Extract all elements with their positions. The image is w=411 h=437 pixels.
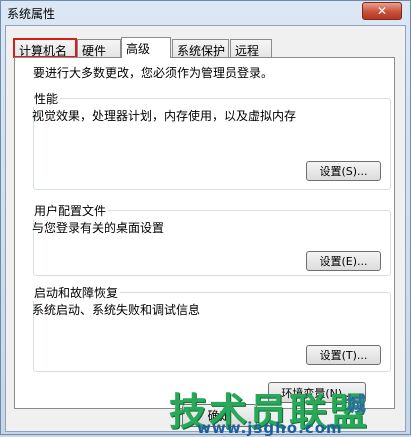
user-profiles-group: 用户配置文件 与您登录有关的桌面设置 设置(E)... — [32, 202, 391, 276]
system-properties-window: 系统属性 ✕ 计算机名 硬件 高级 系统保护 远程 要进行大多数更改，您必须作为… — [0, 0, 411, 437]
admin-notice: 要进行大多数更改，您必须作为管理员登录。 — [33, 66, 274, 80]
tab-hardware[interactable]: 硬件 — [77, 39, 121, 58]
watermark-side-text: 城 — [346, 392, 366, 416]
startup-recovery-settings-button[interactable]: 设置(T)... — [306, 345, 381, 365]
tab-computer-name[interactable]: 计算机名 — [13, 38, 77, 58]
tab-system-protection[interactable]: 系统保护 — [172, 39, 229, 58]
dialog-client-area: 计算机名 硬件 高级 系统保护 远程 要进行大多数更改，您必须作为管理员登录。 … — [5, 25, 406, 432]
user-profiles-title: 用户配置文件 — [32, 202, 109, 219]
startup-recovery-title: 启动和故障恢复 — [32, 284, 121, 301]
performance-title: 性能 — [32, 90, 61, 107]
startup-recovery-description: 系统启动、系统失败和调试信息 — [32, 303, 201, 317]
close-icon: ✕ — [376, 4, 388, 18]
advanced-tab-panel: 要进行大多数更改，您必须作为管理员登录。 性能 视觉效果，处理器计划，内存使用，… — [14, 57, 395, 409]
performance-description: 视觉效果，处理器计划，内存使用，以及虚拟内存 — [32, 109, 297, 123]
performance-settings-button[interactable]: 设置(S)... — [306, 161, 381, 181]
user-profiles-description: 与您登录有关的桌面设置 — [32, 221, 165, 235]
tab-advanced[interactable]: 高级 — [121, 37, 171, 58]
watermark-url: www.jsgho.com — [197, 419, 343, 437]
tab-remote[interactable]: 远程 — [230, 39, 272, 58]
close-button[interactable]: ✕ — [362, 2, 402, 20]
performance-group: 性能 视觉效果，处理器计划，内存使用，以及虚拟内存 设置(S)... — [32, 90, 391, 190]
user-profiles-settings-button[interactable]: 设置(E)... — [306, 251, 381, 271]
startup-recovery-group: 启动和故障恢复 系统启动、系统失败和调试信息 设置(T)... — [32, 284, 391, 372]
window-title: 系统属性 — [7, 7, 56, 21]
title-bar[interactable]: 系统属性 ✕ — [1, 1, 410, 25]
